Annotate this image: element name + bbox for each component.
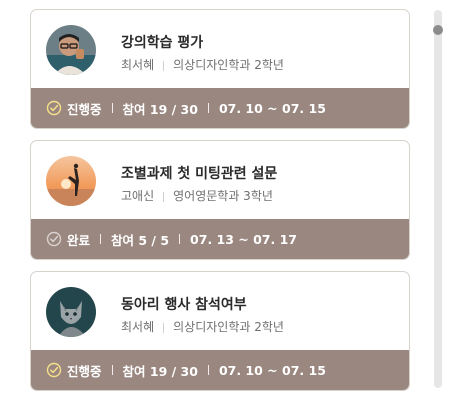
survey-card[interactable]: 조별과제 첫 미팅관련 설문 고애신 영어영문학과 3학년 완료 참여 5 / 5…	[30, 140, 410, 260]
card-footer: 진행중 참여 19 / 30 07. 10 ~ 07. 15	[31, 88, 409, 128]
survey-title: 동아리 행사 참석여부	[121, 297, 247, 313]
card-header: 조별과제 첫 미팅관련 설문 고애신 영어영문학과 3학년	[31, 141, 409, 219]
check-circle-icon	[46, 100, 62, 116]
meta-divider	[163, 60, 165, 71]
meta-divider	[163, 191, 165, 202]
survey-period: 07. 13 ~ 07. 17	[190, 231, 298, 247]
survey-title: 조별과제 첫 미팅관련 설문	[121, 166, 278, 182]
avatar	[46, 287, 96, 337]
avatar	[46, 156, 96, 206]
footer-divider	[207, 103, 209, 113]
participation-count: 참여 19 / 30	[122, 101, 198, 117]
participation-count: 참여 19 / 30	[122, 363, 198, 379]
meta-divider	[163, 322, 165, 333]
card-header: 강의학습 평가 최서혜 의상디자인학과 2학년	[31, 10, 409, 88]
survey-meta: 최서혜 의상디자인학과 2학년	[121, 56, 284, 73]
survey-list: 강의학습 평가 최서혜 의상디자인학과 2학년 진행중 참여 19 / 30 07…	[30, 9, 410, 402]
survey-title: 강의학습 평가	[121, 35, 204, 51]
survey-meta: 최서혜 의상디자인학과 2학년	[121, 318, 284, 335]
card-footer: 진행중 참여 19 / 30 07. 10 ~ 07. 15	[31, 350, 409, 390]
scrollbar-thumb[interactable]	[433, 25, 443, 35]
author-name: 최서혜	[121, 320, 155, 334]
author-dept: 영어영문학과 3학년	[173, 189, 273, 203]
avatar	[46, 25, 96, 75]
footer-divider	[179, 234, 181, 244]
footer-divider	[207, 365, 209, 375]
survey-meta: 고애신 영어영문학과 3학년	[121, 187, 273, 204]
author-name: 최서혜	[121, 58, 155, 72]
status-label: 진행중	[67, 363, 102, 379]
author-name: 고애신	[121, 189, 155, 203]
check-circle-icon	[46, 231, 62, 247]
author-dept: 의상디자인학과 2학년	[173, 58, 284, 72]
status-label: 진행중	[67, 101, 102, 117]
survey-card[interactable]: 강의학습 평가 최서혜 의상디자인학과 2학년 진행중 참여 19 / 30 07…	[30, 9, 410, 129]
check-circle-icon	[46, 362, 62, 378]
survey-period: 07. 10 ~ 07. 15	[218, 100, 326, 116]
card-footer: 완료 참여 5 / 5 07. 13 ~ 07. 17	[31, 219, 409, 259]
survey-period: 07. 10 ~ 07. 15	[218, 362, 326, 378]
footer-divider	[111, 365, 113, 375]
participation-count: 참여 5 / 5	[111, 232, 170, 248]
footer-divider	[100, 234, 102, 244]
author-dept: 의상디자인학과 2학년	[173, 320, 284, 334]
card-header: 동아리 행사 참석여부 최서혜 의상디자인학과 2학년	[31, 272, 409, 350]
footer-divider	[111, 103, 113, 113]
survey-card[interactable]: 동아리 행사 참석여부 최서혜 의상디자인학과 2학년 진행중 참여 19 / 3…	[30, 271, 410, 391]
scrollbar-track[interactable]	[434, 10, 442, 388]
status-label: 완료	[67, 232, 91, 248]
